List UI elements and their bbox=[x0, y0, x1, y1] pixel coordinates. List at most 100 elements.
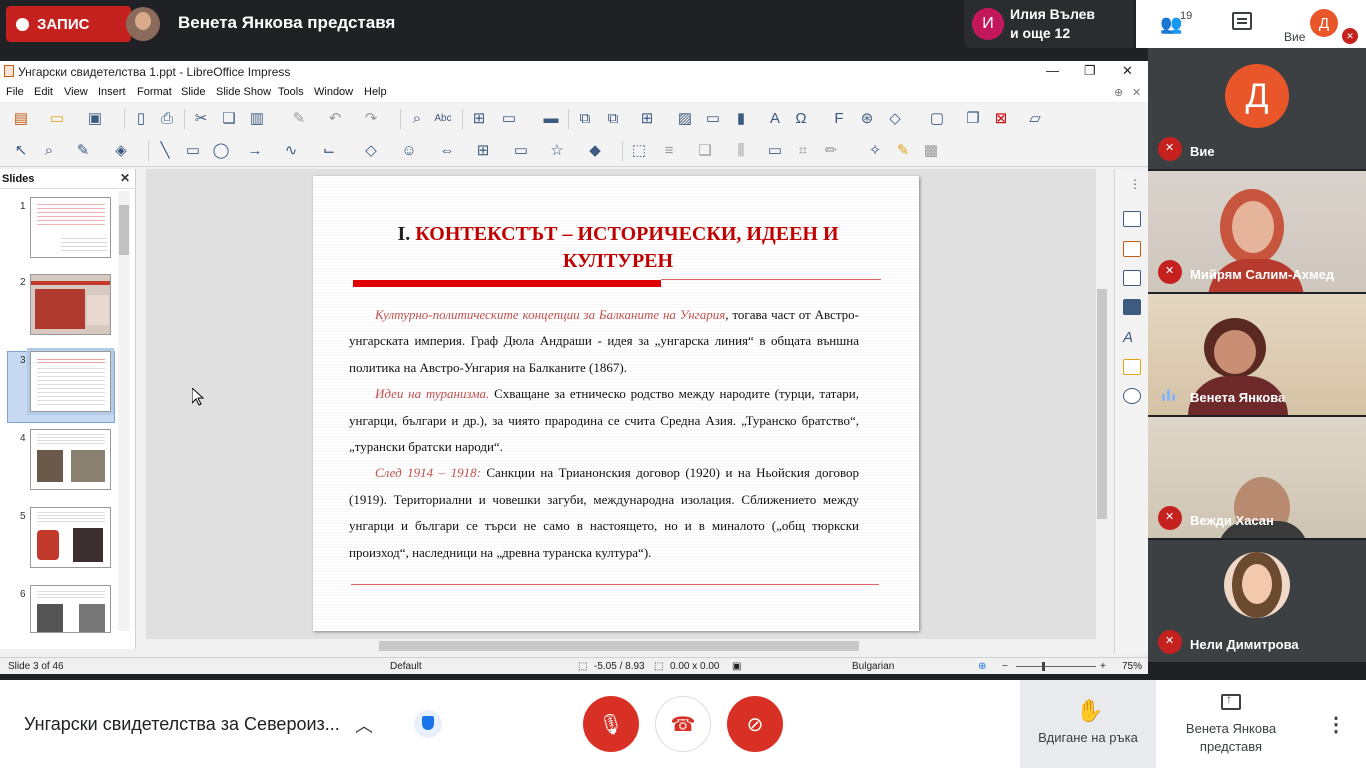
toggle-extrusion-icon[interactable]: ✧ bbox=[866, 142, 884, 160]
glue-points-icon[interactable]: ✎ bbox=[894, 142, 912, 160]
show-comments-icon[interactable]: ▢ bbox=[928, 110, 946, 128]
animation-icon[interactable] bbox=[1123, 270, 1141, 286]
slide-thumbnail[interactable] bbox=[30, 507, 111, 568]
connector-tool-icon[interactable]: ⌙ bbox=[320, 142, 338, 160]
hyperlink-icon[interactable]: ⊛ bbox=[858, 110, 876, 128]
symbol-shapes-icon[interactable]: ☺ bbox=[400, 142, 418, 160]
align-icon[interactable]: ≡ bbox=[660, 142, 678, 160]
interaction-icon[interactable]: ▩ bbox=[922, 142, 940, 160]
media-icon[interactable]: ▭ bbox=[704, 110, 722, 128]
update-icon[interactable]: ⊕ bbox=[1114, 86, 1123, 99]
line-color-icon[interactable]: ✎ bbox=[74, 142, 92, 160]
more-options-icon[interactable]: ⋮ bbox=[1326, 712, 1346, 737]
zoom-slider[interactable] bbox=[1016, 666, 1096, 667]
special-char-icon[interactable]: Ω bbox=[792, 110, 810, 128]
points-icon[interactable]: ⬚ bbox=[630, 142, 648, 160]
participant-tile[interactable]: Мийрям Салим-Ахмед bbox=[1148, 171, 1366, 292]
copy-icon[interactable]: ❏ bbox=[220, 110, 238, 128]
present-now-button[interactable]: Венета Янкова представя bbox=[1160, 680, 1302, 768]
clone-format-icon[interactable]: ✎ bbox=[290, 110, 308, 128]
new-icon[interactable]: ▤ bbox=[12, 110, 30, 128]
participant-tile-speaking[interactable]: Венета Янкова bbox=[1148, 294, 1366, 415]
other-participants-chip[interactable]: И Илия Вълев и още 12 bbox=[964, 0, 1134, 48]
mic-toggle-button[interactable]: 🎙 bbox=[583, 696, 639, 752]
menu-tools[interactable]: Tools bbox=[278, 86, 304, 98]
rectangle-tool-icon[interactable]: ▭ bbox=[184, 142, 202, 160]
camera-toggle-button[interactable]: ⊘ bbox=[727, 696, 783, 752]
navigator-icon[interactable] bbox=[1123, 388, 1141, 404]
close-doc-icon[interactable]: ✕ bbox=[1132, 86, 1141, 99]
chart-icon[interactable]: ▮ bbox=[732, 110, 750, 128]
duplicate-slide-icon[interactable]: ⧉ bbox=[604, 110, 622, 128]
slide-transition-icon[interactable]: ❐ bbox=[964, 110, 982, 128]
menu-slide-show[interactable]: Slide Show bbox=[216, 86, 271, 98]
table-icon[interactable]: ⊞ bbox=[638, 110, 656, 128]
properties-icon[interactable] bbox=[1123, 211, 1141, 227]
menu-window[interactable]: Window bbox=[314, 86, 353, 98]
status-zoom[interactable]: 75% bbox=[1122, 661, 1142, 672]
raise-hand-button[interactable]: ✋ Вдигане на ръка bbox=[1020, 680, 1156, 768]
image-icon[interactable]: ▨ bbox=[676, 110, 694, 128]
fit-slide-icon[interactable]: ⊕ bbox=[978, 661, 986, 672]
slide-thumbnail-selected[interactable] bbox=[27, 348, 114, 415]
paste-icon[interactable]: ▥ bbox=[248, 110, 266, 128]
delete-slide-icon[interactable]: ⊠ bbox=[992, 110, 1010, 128]
stars-icon[interactable]: ☆ bbox=[548, 142, 566, 160]
save-icon[interactable]: ▣ bbox=[86, 110, 104, 128]
minimize-icon[interactable]: — bbox=[1046, 63, 1059, 78]
filter-icon[interactable]: ✏ bbox=[822, 142, 840, 160]
open-icon[interactable]: ▭ bbox=[48, 110, 66, 128]
master-slide-icon[interactable]: ▬ bbox=[542, 110, 560, 128]
slide-thumbnail[interactable] bbox=[30, 274, 111, 335]
arrange-icon[interactable]: ❏ bbox=[696, 142, 714, 160]
callouts-icon[interactable]: ▭ bbox=[512, 142, 530, 160]
more-options-icon[interactable]: ⋮ bbox=[1129, 177, 1141, 191]
print-icon[interactable]: ⎙ bbox=[158, 110, 176, 128]
horizontal-scrollbar[interactable] bbox=[146, 639, 1096, 653]
slide-thumbnail[interactable] bbox=[30, 197, 111, 258]
current-slide[interactable]: I. КОНТЕКСТЪТ – ИСТОРИЧЕСКИ, ИДЕЕН И КУЛ… bbox=[313, 176, 919, 631]
styles-icon[interactable]: A bbox=[1123, 329, 1141, 346]
spelling-icon[interactable]: Abc bbox=[434, 110, 452, 128]
slides-pane-scrollbar[interactable] bbox=[118, 191, 130, 631]
cut-icon[interactable]: ✂ bbox=[192, 110, 210, 128]
menu-format[interactable]: Format bbox=[137, 86, 172, 98]
participant-tile[interactable]: Вежди Хасан bbox=[1148, 417, 1366, 538]
recording-badge[interactable]: ЗАПИС bbox=[6, 6, 131, 42]
participant-tile-self[interactable]: Д Вие bbox=[1148, 48, 1366, 169]
crop-icon[interactable]: ⌗ bbox=[794, 142, 812, 160]
pane-close-icon[interactable]: ✕ bbox=[120, 171, 130, 185]
block-arrows-icon[interactable]: ⇔ bbox=[438, 142, 456, 160]
export-pdf-icon[interactable]: ▯ bbox=[132, 110, 150, 128]
fontwork-icon[interactable]: F bbox=[830, 110, 848, 128]
leave-call-button[interactable]: ☎ bbox=[655, 696, 711, 752]
find-replace-icon[interactable]: ⌕ bbox=[408, 110, 426, 128]
menu-help[interactable]: Help bbox=[364, 86, 387, 98]
display-views-icon[interactable]: ▭ bbox=[500, 110, 518, 128]
menu-view[interactable]: View bbox=[64, 86, 88, 98]
chevron-up-icon[interactable]: ︿ bbox=[355, 712, 373, 738]
slide-thumbnail[interactable] bbox=[30, 585, 111, 633]
close-icon[interactable]: ✕ bbox=[1122, 63, 1133, 79]
undo-icon[interactable]: ↶ bbox=[326, 110, 344, 128]
basic-shapes-icon[interactable]: ◇ bbox=[362, 142, 380, 160]
zoom-icon[interactable]: ⌕ bbox=[40, 142, 58, 160]
slide-thumbnail[interactable] bbox=[30, 429, 111, 490]
slide-transition-deck-icon[interactable] bbox=[1123, 241, 1141, 257]
zoom-in-icon[interactable]: + bbox=[1100, 661, 1106, 672]
zoom-out-icon[interactable]: − bbox=[1002, 661, 1008, 672]
vertical-scrollbar[interactable] bbox=[1096, 169, 1108, 639]
draw-functions-icon[interactable]: ◇ bbox=[886, 110, 904, 128]
meeting-title[interactable]: Унгарски свидетелства за Североиз... bbox=[24, 714, 340, 735]
status-language[interactable]: Bulgarian bbox=[852, 661, 894, 672]
ellipse-tool-icon[interactable]: ◯ bbox=[212, 142, 230, 160]
participant-tile[interactable]: Нели Димитрова bbox=[1148, 540, 1366, 662]
shape-fill-icon[interactable]: ▱ bbox=[1026, 110, 1044, 128]
curve-tool-icon[interactable]: ∿ bbox=[282, 142, 300, 160]
chat-icon[interactable] bbox=[1232, 12, 1252, 30]
master-slides-icon[interactable] bbox=[1123, 299, 1141, 315]
redo-icon[interactable]: ↷ bbox=[362, 110, 380, 128]
grid-icon[interactable]: ⊞ bbox=[470, 110, 488, 128]
shadow-icon[interactable]: ▭ bbox=[766, 142, 784, 160]
menu-edit[interactable]: Edit bbox=[34, 86, 53, 98]
